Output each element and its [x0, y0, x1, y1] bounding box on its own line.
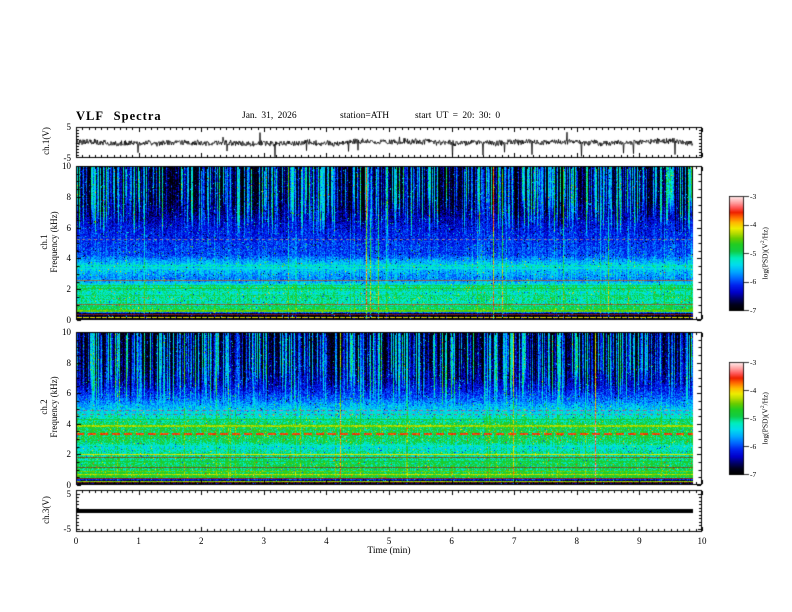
ch1-freq-tick-label: 2 — [66, 284, 72, 295]
time-tick-label: 5 — [386, 536, 392, 546]
ch1-label-line1: ch.1 — [39, 234, 49, 250]
date-label: Jan. 31, 2026 — [242, 111, 297, 121]
ch2-freq-tick-label: 8 — [66, 357, 72, 368]
ch1-freq-tick-label: 6 — [66, 222, 72, 233]
colorbar1-tick-label: -4 — [750, 220, 757, 229]
ch1-volt-tick-label: 5 — [66, 122, 72, 132]
ch1-freq-tick-label: 8 — [66, 191, 72, 202]
colorbar1-tick-label: -5 — [750, 248, 757, 258]
time-tick-label: 7 — [511, 536, 517, 546]
time-tick-label: 3 — [261, 536, 267, 546]
colorbar1-tick-label: -3 — [750, 191, 757, 201]
time-tick-label: 4 — [324, 536, 329, 546]
time-tick-label: 6 — [449, 536, 454, 546]
ch2-freq-tick-label: 6 — [66, 388, 72, 399]
ch2-spectrogram-panel — [76, 332, 702, 485]
ch1-volt-tick-label: -5 — [63, 153, 72, 163]
time-tick-label: 8 — [574, 536, 580, 546]
colorbar2-tick-label: -6 — [750, 441, 757, 451]
ch2-freq-tick-label: 4 — [66, 418, 72, 429]
ch1-spectrogram-panel — [76, 166, 702, 320]
vlf-spectra-figure: VLF Spectra Jan. 31, 2026 station=ATH st… — [0, 0, 792, 612]
ch1-waveform-panel — [76, 127, 702, 158]
time-tick-label: 10 — [697, 536, 707, 546]
ch2-freq-tick-label: 2 — [66, 449, 72, 460]
colorbar2 — [729, 362, 744, 474]
ch2-freq-tick-label: 10 — [62, 327, 71, 337]
time-tick-label: 9 — [637, 536, 642, 546]
colorbar2-tick-label: -7 — [750, 469, 757, 479]
colorbar2-tick-label: -5 — [750, 413, 757, 423]
time-axis-label: Time (min) — [367, 546, 411, 556]
colorbar2-tick-label: -3 — [750, 357, 757, 367]
ch3-waveform-panel — [76, 490, 702, 532]
colorbar1-tick-label: -7 — [750, 305, 757, 315]
ch2-label-line1: ch.2 — [39, 399, 49, 415]
colorbar2-tick-label: -4 — [750, 385, 757, 395]
ch1-freq-tick-label: 0 — [66, 315, 72, 325]
station-label: station=ATH — [340, 111, 390, 121]
start-ut-label: start UT = 20: 30: 0 — [415, 111, 501, 121]
time-tick-label: 0 — [73, 536, 79, 546]
ch3-volt-tick-label: 5 — [66, 488, 72, 499]
page-title: VLF Spectra — [76, 109, 162, 123]
colorbar1 — [729, 196, 744, 310]
colorbar1-tick-label: -6 — [750, 277, 757, 286]
ch3-volt-tick-label: -5 — [63, 523, 72, 534]
ch1-freq-tick-label: 4 — [66, 253, 72, 264]
time-tick-label: 2 — [198, 536, 204, 546]
time-tick-label: 1 — [136, 536, 141, 546]
